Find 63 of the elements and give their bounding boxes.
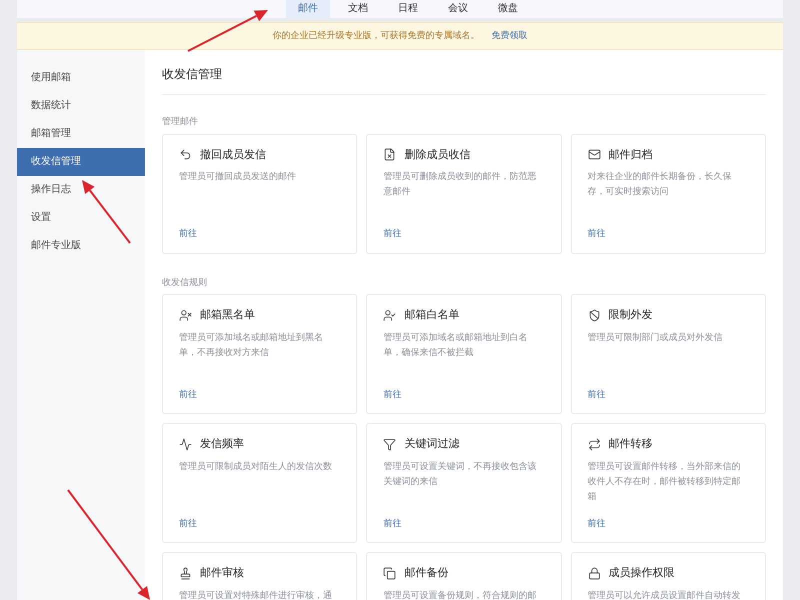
card-description: 管理员可撤回成员发送的邮件 — [179, 170, 297, 183]
card-title: 撤回成员发信 — [200, 148, 266, 162]
card-description: 管理员可设置对特殊邮件进行审核，通 — [179, 588, 333, 600]
go-link[interactable]: 前往 — [383, 227, 402, 240]
section-title: 收发信规则 — [162, 276, 208, 288]
card-title: 限制外发 — [608, 308, 653, 323]
sidebar-item[interactable]: 使用邮箱 — [17, 64, 145, 92]
feature-icon — [588, 308, 601, 322]
card-title: 关键词过滤 — [404, 436, 460, 452]
card-description: 管理员可设置关键词，不再接收包含该关键词的来信 — [383, 460, 538, 488]
card-title: 发信频率 — [200, 436, 244, 452]
card-description: 管理员可限制成员对陌生人的发信次数 — [179, 460, 333, 472]
annotation-arrow — [82, 180, 131, 244]
go-link[interactable]: 前往 — [588, 388, 606, 401]
card-title: 邮件转移 — [608, 437, 653, 452]
feature-icon — [588, 566, 601, 580]
card-title: 邮件审核 — [200, 566, 244, 581]
card-description: 对来往企业的邮件长期备份，长久保存，可实时搜索访问 — [588, 170, 733, 198]
go-link[interactable]: 前往 — [588, 227, 606, 240]
card-description: 管理员可设置备份规则，符合规则的邮 — [383, 588, 538, 600]
card-description: 管理员可删除成员收到的邮件，防范恶意邮件 — [383, 170, 538, 198]
section-title: 管理邮件 — [162, 115, 199, 128]
card-description: 管理员可添加域名或邮箱地址到黑名单，不再接收对方来信 — [179, 330, 324, 358]
card-description: 管理员可限制部门或成员对外发信 — [588, 330, 724, 344]
sidebar-item[interactable]: 操作日志 — [17, 176, 145, 204]
sidebar-item[interactable]: 邮件专业版 — [17, 232, 145, 260]
nav-tab[interactable]: 日程 — [386, 0, 430, 18]
banner-text: 你的企业已经升级专业版，可获得免费的专属域名。 — [272, 29, 480, 42]
card-title: 邮件归档 — [608, 148, 653, 162]
nav-tab[interactable]: 会议 — [436, 0, 480, 18]
go-link[interactable]: 前往 — [179, 388, 197, 401]
card-description: 管理员可设置邮件转移，当外部来信的收件人不存在时，邮件被转移到特定邮箱 — [588, 460, 742, 502]
feature-icon — [383, 308, 396, 322]
card-title: 成员操作权限 — [608, 566, 675, 581]
nav-tab[interactable]: 文档 — [336, 0, 380, 18]
card-description: 管理员可添加域名或邮箱地址到白名单，确保来信不被拦截 — [383, 330, 528, 358]
card-title: 邮件备份 — [404, 566, 448, 581]
feature-icon — [383, 566, 396, 580]
sidebar-item[interactable]: 设置 — [17, 204, 145, 232]
feature-icon — [179, 148, 192, 162]
go-link[interactable]: 前往 — [383, 516, 402, 530]
feature-icon — [588, 438, 601, 451]
sidebar-item[interactable]: 收发信管理 — [17, 148, 145, 176]
sidebar-item[interactable]: 邮箱管理 — [17, 120, 145, 148]
go-link[interactable]: 前往 — [179, 516, 197, 530]
go-link[interactable]: 前往 — [179, 227, 197, 240]
sidebar-item[interactable]: 数据统计 — [17, 92, 145, 120]
feature-icon — [588, 148, 601, 162]
card-title: 邮箱黑名单 — [200, 308, 255, 323]
feature-icon — [179, 566, 192, 580]
feature-icon — [179, 438, 192, 451]
go-link[interactable]: 前往 — [383, 388, 402, 401]
card-title: 邮箱白名单 — [404, 308, 460, 323]
card-description: 管理员可以允许成员设置邮件自动转发 — [588, 588, 742, 600]
nav-tab[interactable]: 邮件 — [286, 0, 330, 18]
card-title: 删除成员收信 — [404, 148, 470, 162]
feature-icon — [383, 438, 396, 451]
page-title: 收发信管理 — [162, 50, 766, 95]
feature-icon — [383, 148, 396, 162]
go-link[interactable]: 前往 — [588, 516, 606, 530]
claim-link[interactable]: 免费领取 — [492, 29, 528, 43]
nav-tab[interactable]: 微盘 — [486, 0, 530, 18]
feature-icon — [179, 308, 192, 322]
